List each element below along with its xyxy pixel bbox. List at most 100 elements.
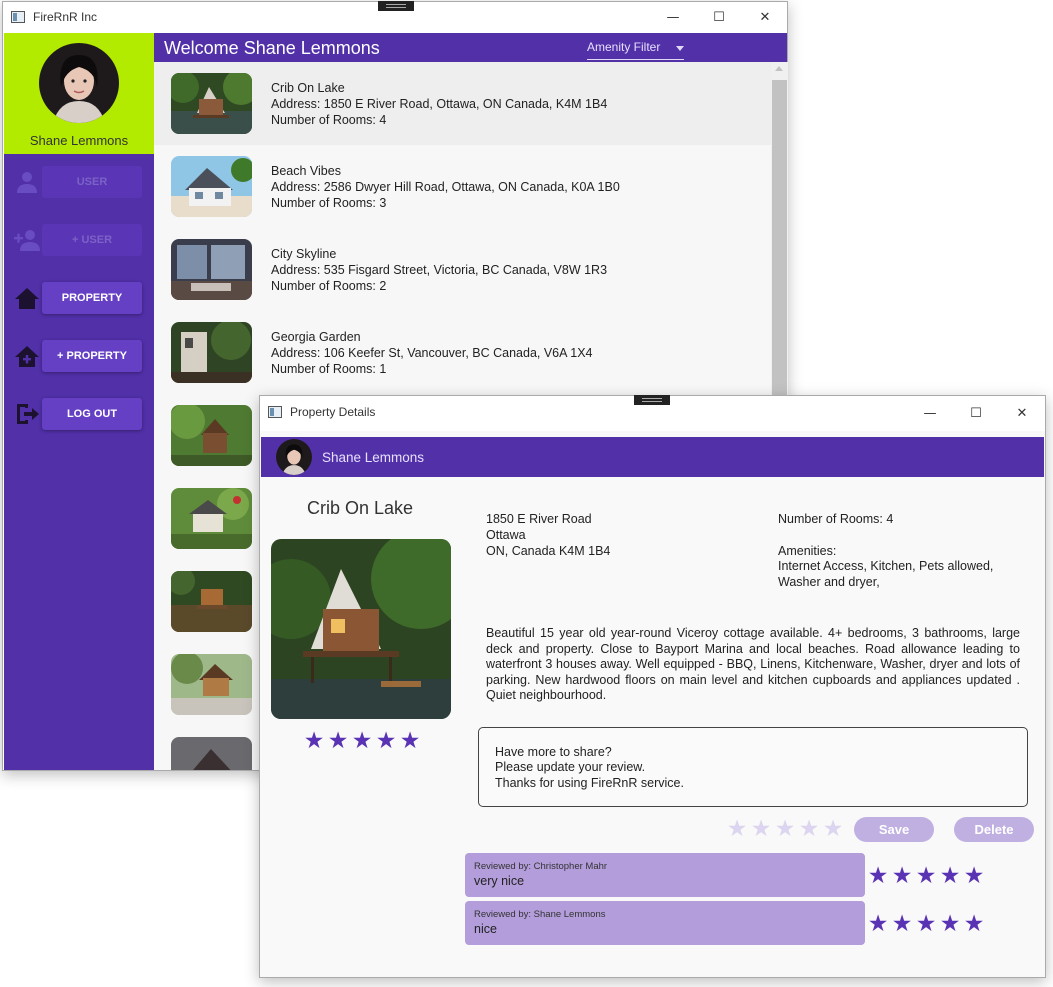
property-name: Georgia Garden xyxy=(271,330,361,344)
drag-handle[interactable] xyxy=(634,395,670,405)
window-title: FireRnR Inc xyxy=(33,10,98,24)
star-icon: ★ xyxy=(891,863,913,889)
reviewer-name: Reviewed by: Christopher Mahr xyxy=(474,861,608,872)
maximize-button[interactable]: ☐ xyxy=(953,396,999,431)
minimize-button[interactable]: — xyxy=(907,396,953,431)
property-name: Crib On Lake xyxy=(271,81,345,95)
property-thumbnail xyxy=(171,654,252,715)
amenity-filter-select[interactable]: Amenity Filter xyxy=(587,39,684,60)
person-icon xyxy=(17,172,37,193)
reviewer-name: Reviewed by: Shane Lemmons xyxy=(474,909,606,920)
property-thumbnail xyxy=(171,405,252,466)
property-thumbnail xyxy=(171,156,252,217)
address-line-2: Ottawa xyxy=(486,528,526,542)
sidebar: Shane Lemmons USER + USER PROPERTY + PRO… xyxy=(4,33,154,770)
review-card: Reviewed by: Shane Lemmons nice xyxy=(465,901,865,945)
close-button[interactable]: ✕ xyxy=(742,2,788,33)
review-card: Reviewed by: Christopher Mahr very nice xyxy=(465,853,865,897)
star-icon: ★ xyxy=(867,911,889,937)
star-icon: ★ xyxy=(303,728,325,754)
main-titlebar[interactable]: FireRnR Inc — ☐ ✕ xyxy=(3,1,788,33)
save-button[interactable]: Save xyxy=(854,817,934,842)
star-icon: ★ xyxy=(375,728,397,754)
amenities-list-line-2: Washer and dryer, xyxy=(778,575,880,589)
add-home-icon xyxy=(15,346,39,367)
property-list-item[interactable]: Georgia Garden Address: 106 Keefer St, V… xyxy=(154,311,771,394)
property-rating-stars: ★ ★ ★ ★ ★ xyxy=(302,729,422,753)
add-person-icon xyxy=(14,230,40,251)
star-icon: ★ xyxy=(891,911,913,937)
property-address: Address: 2586 Dwyer Hill Road, Ottawa, O… xyxy=(271,180,620,194)
star-icon: ★ xyxy=(351,728,373,754)
profile-panel: Shane Lemmons xyxy=(4,33,154,154)
star-icon[interactable]: ★ xyxy=(797,817,821,841)
property-rooms: Number of Rooms: 4 xyxy=(271,113,387,127)
star-icon: ★ xyxy=(867,863,889,889)
nav-row-property: PROPERTY xyxy=(4,278,154,318)
star-icon: ★ xyxy=(915,911,937,937)
property-name: Beach Vibes xyxy=(271,164,341,178)
avatar xyxy=(39,43,119,123)
chevron-down-icon xyxy=(676,46,684,51)
property-thumbnail xyxy=(171,571,252,632)
star-icon[interactable]: ★ xyxy=(749,817,773,841)
star-icon: ★ xyxy=(963,863,985,889)
delete-button[interactable]: Delete xyxy=(954,817,1034,842)
amenities-list-line-1: Internet Access, Kitchen, Pets allowed, xyxy=(778,559,994,573)
my-rating-stars[interactable]: ★ ★ ★ ★ ★ xyxy=(725,817,845,841)
property-description: Beautiful 15 year old year-round Viceroy… xyxy=(486,626,1020,702)
review-prompt-line: Thanks for using FireRnR service. xyxy=(495,776,684,790)
nav-row-user: USER xyxy=(4,162,154,202)
welcome-title: Welcome Shane Lemmons xyxy=(164,38,380,58)
star-icon: ★ xyxy=(939,863,961,889)
amenity-filter-value: Amenity Filter xyxy=(587,40,661,54)
maximize-button[interactable]: ☐ xyxy=(696,2,742,33)
property-list-item[interactable]: City Skyline Address: 535 Fisgard Street… xyxy=(154,228,771,311)
app-icon xyxy=(268,406,282,418)
app-icon xyxy=(11,11,25,23)
star-icon[interactable]: ★ xyxy=(773,817,797,841)
property-thumbnail xyxy=(171,488,252,549)
property-title: Crib On Lake xyxy=(306,498,414,518)
details-titlebar[interactable]: Property Details — ☐ ✕ xyxy=(260,395,1045,431)
star-icon: ★ xyxy=(939,911,961,937)
star-icon: ★ xyxy=(915,863,937,889)
star-icon[interactable]: ★ xyxy=(821,817,845,841)
property-image xyxy=(271,539,451,719)
address-line-3: ON, Canada K4M 1B4 xyxy=(486,544,611,558)
property-thumbnail xyxy=(171,73,252,134)
review-rating-stars: ★ ★ ★ ★ ★ xyxy=(866,912,986,936)
profile-name: Shane Lemmons xyxy=(29,133,129,148)
minimize-button[interactable]: — xyxy=(650,2,696,33)
rooms-count: Number of Rooms: 4 xyxy=(778,512,894,526)
review-text: very nice xyxy=(474,874,525,888)
property-thumbnail xyxy=(171,737,252,770)
property-rooms: Number of Rooms: 1 xyxy=(271,362,387,376)
add-user-button[interactable]: + USER xyxy=(42,224,142,256)
home-icon xyxy=(15,288,39,309)
add-property-button[interactable]: + PROPERTY xyxy=(42,340,142,372)
logout-button[interactable]: LOG OUT xyxy=(42,398,142,430)
property-list-item[interactable]: Beach Vibes Address: 2586 Dwyer Hill Roa… xyxy=(154,145,771,228)
window-title: Property Details xyxy=(290,405,376,419)
property-thumbnail xyxy=(171,322,252,383)
drag-handle[interactable] xyxy=(378,1,414,11)
logout-icon xyxy=(17,404,39,424)
user-button[interactable]: USER xyxy=(42,166,142,198)
star-icon: ★ xyxy=(327,728,349,754)
review-prompt-line: Please update your review. xyxy=(495,760,646,774)
property-button[interactable]: PROPERTY xyxy=(42,282,142,314)
property-rooms: Number of Rooms: 2 xyxy=(271,279,387,293)
scroll-up-arrow-icon[interactable] xyxy=(775,66,783,71)
property-details-window: Property Details — ☐ ✕ Shane Lemmons Cri… xyxy=(259,395,1046,978)
property-list-item[interactable]: Crib On Lake Address: 1850 E River Road,… xyxy=(154,62,771,145)
address-line-1: 1850 E River Road xyxy=(486,512,592,526)
review-input[interactable]: Have more to share? Please update your r… xyxy=(478,727,1028,807)
property-rooms: Number of Rooms: 3 xyxy=(271,196,387,210)
property-address: Address: 106 Keefer St, Vancouver, BC Ca… xyxy=(271,346,593,360)
property-thumbnail xyxy=(171,239,252,300)
close-button[interactable]: ✕ xyxy=(999,396,1045,431)
nav-row-add-property: + PROPERTY xyxy=(4,336,154,376)
star-icon[interactable]: ★ xyxy=(725,817,749,841)
star-icon: ★ xyxy=(963,911,985,937)
